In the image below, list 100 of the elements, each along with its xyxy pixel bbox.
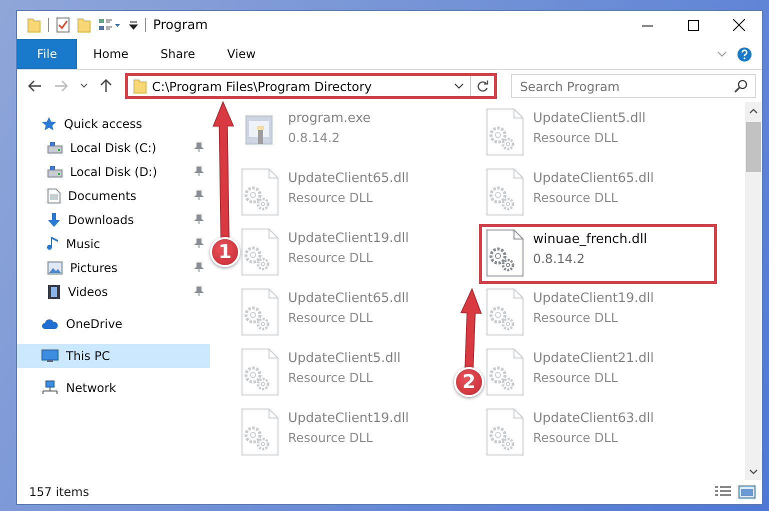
search-icon[interactable] [734, 79, 748, 93]
nav-label: OneDrive [66, 317, 122, 331]
file-detail: Resource DLL [533, 310, 619, 325]
gear-file-icon [485, 229, 525, 277]
nav-label: Pictures [70, 261, 118, 275]
nav-label: This PC [66, 349, 110, 363]
gear-file-icon [240, 168, 280, 216]
file-item[interactable]: UpdateClient65.dll Resource DLL [485, 164, 698, 224]
ribbon-tab[interactable]: View [211, 39, 272, 69]
file-item[interactable]: UpdateClient19.dll Resource DLL [240, 404, 453, 464]
expand-ribbon-icon[interactable] [717, 51, 727, 57]
file-detail: Resource DLL [288, 370, 374, 385]
customize-caret-icon[interactable] [129, 20, 138, 30]
ribbon-tab[interactable]: Home [77, 39, 145, 69]
nav-item[interactable]: Quick access [17, 112, 210, 136]
star-icon [41, 116, 57, 132]
nav-item[interactable]: Videos [17, 280, 210, 304]
file-name: UpdateClient5.dll [533, 111, 646, 126]
nav-item[interactable]: OneDrive [17, 312, 210, 336]
computer-icon [41, 349, 59, 363]
large-icons-view-icon[interactable] [738, 485, 756, 499]
nav-label: Local Disk (D:) [70, 165, 158, 179]
ribbon-tab[interactable]: File [17, 39, 78, 69]
file-item[interactable]: UpdateClient19.dll Resource DLL [240, 224, 453, 284]
gear-file-icon [240, 228, 280, 276]
file-name: UpdateClient19.dll [288, 231, 409, 246]
scrollbar[interactable] [745, 102, 762, 480]
down-caret-icon [749, 468, 758, 474]
film-icon [47, 284, 61, 300]
up-arrow-icon [100, 79, 112, 93]
address-field[interactable]: C:\Program Files\Program Directory [125, 73, 497, 99]
file-detail: Resource DLL [288, 310, 374, 325]
nav-item[interactable]: Documents [17, 184, 210, 208]
pin-icon[interactable] [194, 262, 204, 272]
file-detail: Resource DLL [288, 430, 374, 445]
pin-icon[interactable] [194, 190, 204, 200]
nav-item[interactable]: Downloads [17, 208, 210, 232]
properties-icon[interactable] [56, 17, 70, 33]
file-name: UpdateClient5.dll [288, 351, 401, 366]
window-title: Program [153, 18, 208, 32]
nav-label: Documents [68, 189, 136, 203]
nav-label: Local Disk (C:) [70, 141, 156, 155]
gear-file-icon [485, 168, 525, 216]
pin-icon[interactable] [194, 166, 204, 176]
drive-icon [47, 141, 63, 155]
nav-item[interactable]: Local Disk (D:) [17, 160, 210, 184]
maximize-icon [688, 20, 698, 30]
folder-icon [27, 17, 41, 33]
folder-icon [133, 78, 147, 94]
nav-item[interactable]: Pictures [17, 256, 210, 280]
gear-file-icon [240, 408, 280, 456]
up-caret-icon [749, 108, 758, 114]
pin-icon[interactable] [194, 286, 204, 296]
file-item[interactable]: UpdateClient63.dll Resource DLL [485, 404, 698, 464]
nav-item[interactable]: Music [17, 232, 210, 256]
file-name: UpdateClient19.dll [533, 291, 654, 306]
down-arrow-icon [47, 212, 61, 228]
gear-file-icon [485, 408, 525, 456]
file-name: UpdateClient65.dll [288, 171, 409, 186]
file-item[interactable]: UpdateClient65.dll Resource DLL [240, 284, 453, 344]
drive-icon [47, 165, 63, 179]
file-detail: 0.8.14.2 [288, 130, 341, 145]
scroll-thumb[interactable] [746, 122, 761, 172]
item-count: 157 items [29, 485, 90, 499]
nav-item[interactable]: Local Disk (C:) [17, 136, 210, 160]
file-name: winuae_french.dll [533, 232, 648, 247]
close-icon [733, 19, 745, 31]
view-dropdown-icon[interactable] [98, 17, 122, 33]
file-item[interactable]: winuae_french.dll 0.8.14.2 [479, 224, 717, 284]
dropdown-caret-icon[interactable] [454, 83, 464, 89]
gear-file-icon [485, 288, 525, 336]
nav-item[interactable]: This PC [17, 344, 210, 368]
pin-icon[interactable] [194, 142, 204, 152]
cloud-icon [41, 318, 59, 330]
document-icon [47, 188, 61, 204]
file-name: UpdateClient65.dll [288, 291, 409, 306]
nav-label: Quick access [64, 117, 142, 131]
file-detail: 0.8.14.2 [533, 251, 586, 266]
file-item[interactable]: UpdateClient65.dll Resource DLL [240, 164, 453, 224]
ribbon-tab[interactable]: Share [144, 39, 212, 69]
file-item[interactable]: UpdateClient5.dll Resource DLL [240, 344, 453, 404]
help-icon[interactable] [737, 46, 752, 62]
file-name: UpdateClient21.dll [533, 351, 654, 366]
music-note-icon [47, 236, 59, 252]
nav-label: Downloads [68, 213, 134, 227]
pin-icon[interactable] [194, 214, 204, 224]
address-path: C:\Program Files\Program Directory [152, 78, 372, 94]
pin-icon[interactable] [194, 238, 204, 248]
file-name: program.exe [288, 111, 371, 126]
file-item[interactable]: UpdateClient5.dll Resource DLL [485, 104, 698, 164]
details-view-icon[interactable] [714, 485, 732, 499]
gear-file-icon [485, 108, 525, 156]
search-field[interactable]: Search Program [511, 74, 756, 98]
file-detail: Resource DLL [288, 190, 374, 205]
gear-file-icon [240, 348, 280, 396]
file-item[interactable]: UpdateClient21.dll Resource DLL [485, 344, 698, 404]
file-item[interactable]: program.exe 0.8.14.2 [240, 104, 453, 164]
file-detail: Resource DLL [533, 430, 619, 445]
file-item[interactable]: UpdateClient19.dll Resource DLL [485, 284, 698, 344]
nav-item[interactable]: Network [17, 376, 210, 400]
